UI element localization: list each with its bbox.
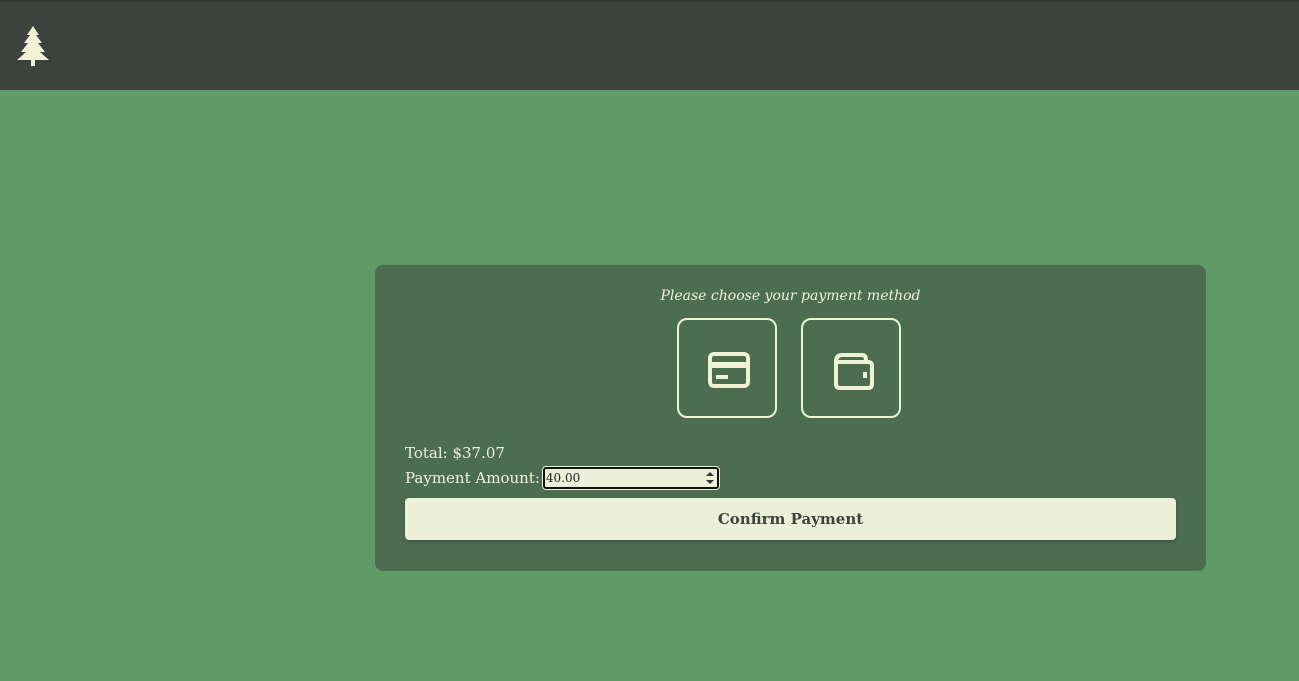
credit-card-icon bbox=[708, 352, 750, 388]
payment-amount-field[interactable] bbox=[541, 466, 720, 490]
payment-method-prompt: Please choose your payment method bbox=[660, 288, 921, 304]
pine-tree-icon[interactable] bbox=[17, 25, 49, 67]
total-amount: Total: $37.07 bbox=[405, 444, 505, 462]
number-stepper[interactable] bbox=[705, 470, 715, 486]
wallet-button[interactable] bbox=[801, 318, 901, 418]
top-bar bbox=[0, 0, 1299, 90]
payment-card: Please choose your payment method Total:… bbox=[375, 265, 1206, 571]
wallet-icon bbox=[834, 353, 874, 390]
credit-card-button[interactable] bbox=[677, 318, 777, 418]
payment-amount-row: Payment Amount: bbox=[405, 466, 720, 490]
confirm-payment-button[interactable]: Confirm Payment bbox=[405, 498, 1176, 540]
payment-amount-input[interactable] bbox=[545, 470, 696, 486]
payment-amount-label: Payment Amount: bbox=[405, 469, 540, 487]
